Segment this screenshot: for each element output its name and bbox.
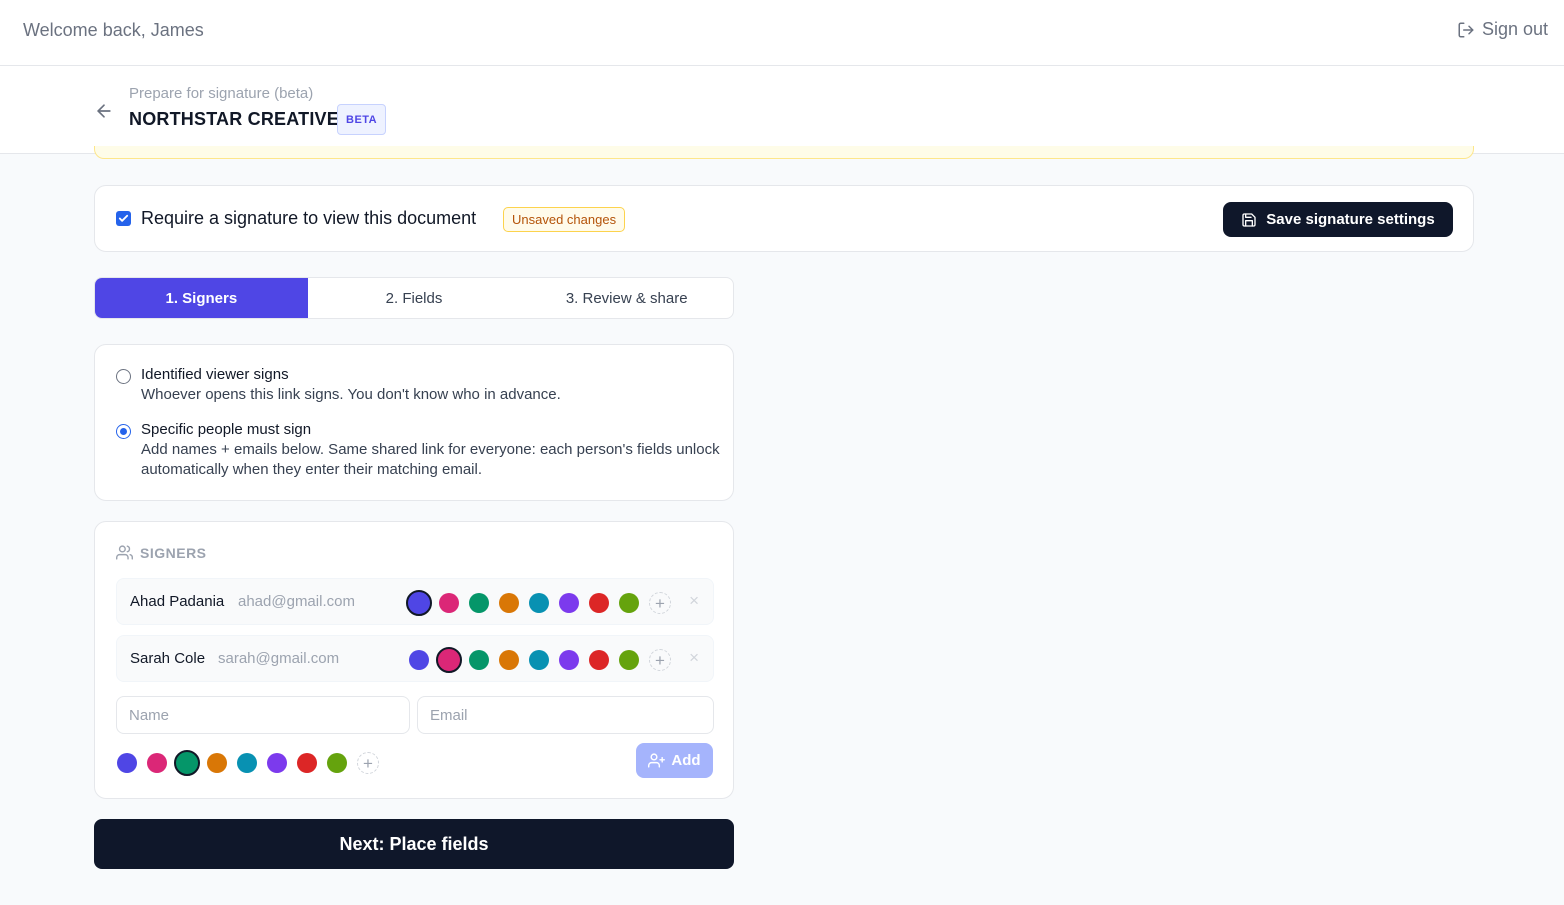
next-place-fields-button[interactable]: Next: Place fields [94, 819, 734, 869]
color-swatch[interactable] [619, 593, 639, 613]
signer-name: Ahad Padania [130, 593, 225, 610]
color-swatch[interactable] [589, 593, 609, 613]
signer-row: Ahad Padania ahad@gmail.com + × [116, 578, 714, 625]
specific-people-title: Specific people must sign [141, 421, 312, 438]
sign-out-label: Sign out [1481, 19, 1548, 39]
signer-email: sarah@gmail.com [218, 650, 340, 667]
signers-heading-label: SIGNERS [140, 544, 207, 561]
document-title: NORTHSTAR CREATIVE [129, 109, 339, 129]
color-swatch[interactable] [207, 753, 227, 773]
require-signature-label[interactable]: Require a signature to view this documen… [141, 208, 476, 229]
identified-viewer-title: Identified viewer signs [141, 366, 289, 383]
color-swatch[interactable] [499, 593, 519, 613]
color-swatch[interactable] [147, 753, 167, 773]
color-swatch[interactable] [469, 650, 489, 670]
new-signer-color-picker: + [117, 750, 379, 776]
require-signature-checkbox[interactable] [116, 211, 131, 226]
color-swatch[interactable] [499, 650, 519, 670]
color-swatch[interactable] [529, 593, 549, 613]
specific-people-radio[interactable] [116, 424, 131, 439]
signer-name: Sarah Cole [130, 650, 206, 667]
save-signature-settings-label: Save signature settings [1266, 211, 1435, 228]
identified-viewer-radio[interactable] [116, 369, 131, 384]
new-signer-name-input[interactable] [116, 696, 410, 734]
signer-color-picker: + [406, 590, 671, 616]
color-swatch[interactable] [267, 753, 287, 773]
signer-row: Sarah Cole sarah@gmail.com + × [116, 635, 714, 682]
log-out-icon [1458, 22, 1474, 37]
tab-review-share[interactable]: 3. Review & share [520, 278, 733, 318]
beta-badge: BETA [337, 104, 387, 135]
color-swatch[interactable] [619, 650, 639, 670]
remove-signer-close-icon[interactable]: × [689, 591, 699, 611]
color-swatch[interactable] [327, 753, 347, 773]
unsaved-changes-badge: Unsaved changes [503, 207, 626, 232]
custom-color-plus-icon[interactable]: + [357, 752, 379, 774]
color-swatch[interactable] [117, 753, 137, 773]
save-icon [1242, 212, 1256, 227]
notice-banner-edge [94, 146, 1474, 159]
tab-fields[interactable]: 2. Fields [308, 278, 521, 318]
custom-color-plus-icon[interactable]: + [649, 592, 671, 614]
step-tabs: 1. Signers 2. Fields 3. Review & share [94, 277, 734, 319]
specific-people-description: Add names + emails below. Same shared li… [141, 441, 720, 478]
color-swatch[interactable] [439, 593, 459, 613]
users-icon [116, 545, 133, 560]
signers-heading: SIGNERS [116, 544, 207, 561]
document-header: Prepare for signature (beta) NORTHSTAR C… [0, 66, 1564, 154]
tab-signers[interactable]: 1. Signers [95, 278, 308, 318]
color-swatch-selected[interactable] [436, 647, 462, 673]
save-signature-settings-button[interactable]: Save signature settings [1223, 202, 1453, 237]
color-swatch[interactable] [237, 753, 257, 773]
sign-out-button[interactable]: Sign out [1457, 19, 1548, 40]
welcome-message: Welcome back, James [23, 20, 204, 40]
color-swatch[interactable] [297, 753, 317, 773]
require-signature-card: Require a signature to view this documen… [94, 185, 1474, 252]
signers-card: SIGNERS Ahad Padania ahad@gmail.com + × … [94, 521, 734, 799]
new-signer-email-input[interactable] [417, 696, 714, 734]
color-swatch[interactable] [589, 650, 609, 670]
color-swatch[interactable] [559, 593, 579, 613]
signer-color-picker: + [409, 647, 671, 673]
signing-mode-card: Identified viewer signs Whoever opens th… [94, 344, 734, 501]
color-swatch-selected[interactable] [174, 750, 200, 776]
identified-viewer-description: Whoever opens this link signs. You don't… [141, 386, 561, 403]
color-swatch[interactable] [529, 650, 549, 670]
check-icon [118, 214, 129, 222]
arrow-left-icon[interactable] [94, 101, 114, 121]
color-swatch[interactable] [469, 593, 489, 613]
remove-signer-close-icon[interactable]: × [689, 648, 699, 668]
color-swatch[interactable] [559, 650, 579, 670]
custom-color-plus-icon[interactable]: + [649, 649, 671, 671]
add-signer-button[interactable]: Add [636, 743, 713, 778]
color-swatch[interactable] [409, 650, 429, 670]
signer-email: ahad@gmail.com [238, 593, 355, 610]
top-bar: Welcome back, James Sign out [0, 0, 1564, 66]
page-kicker: Prepare for signature (beta) [129, 85, 314, 102]
add-signer-label: Add [671, 752, 701, 769]
color-swatch-selected[interactable] [406, 590, 432, 616]
user-plus-icon [648, 753, 666, 768]
